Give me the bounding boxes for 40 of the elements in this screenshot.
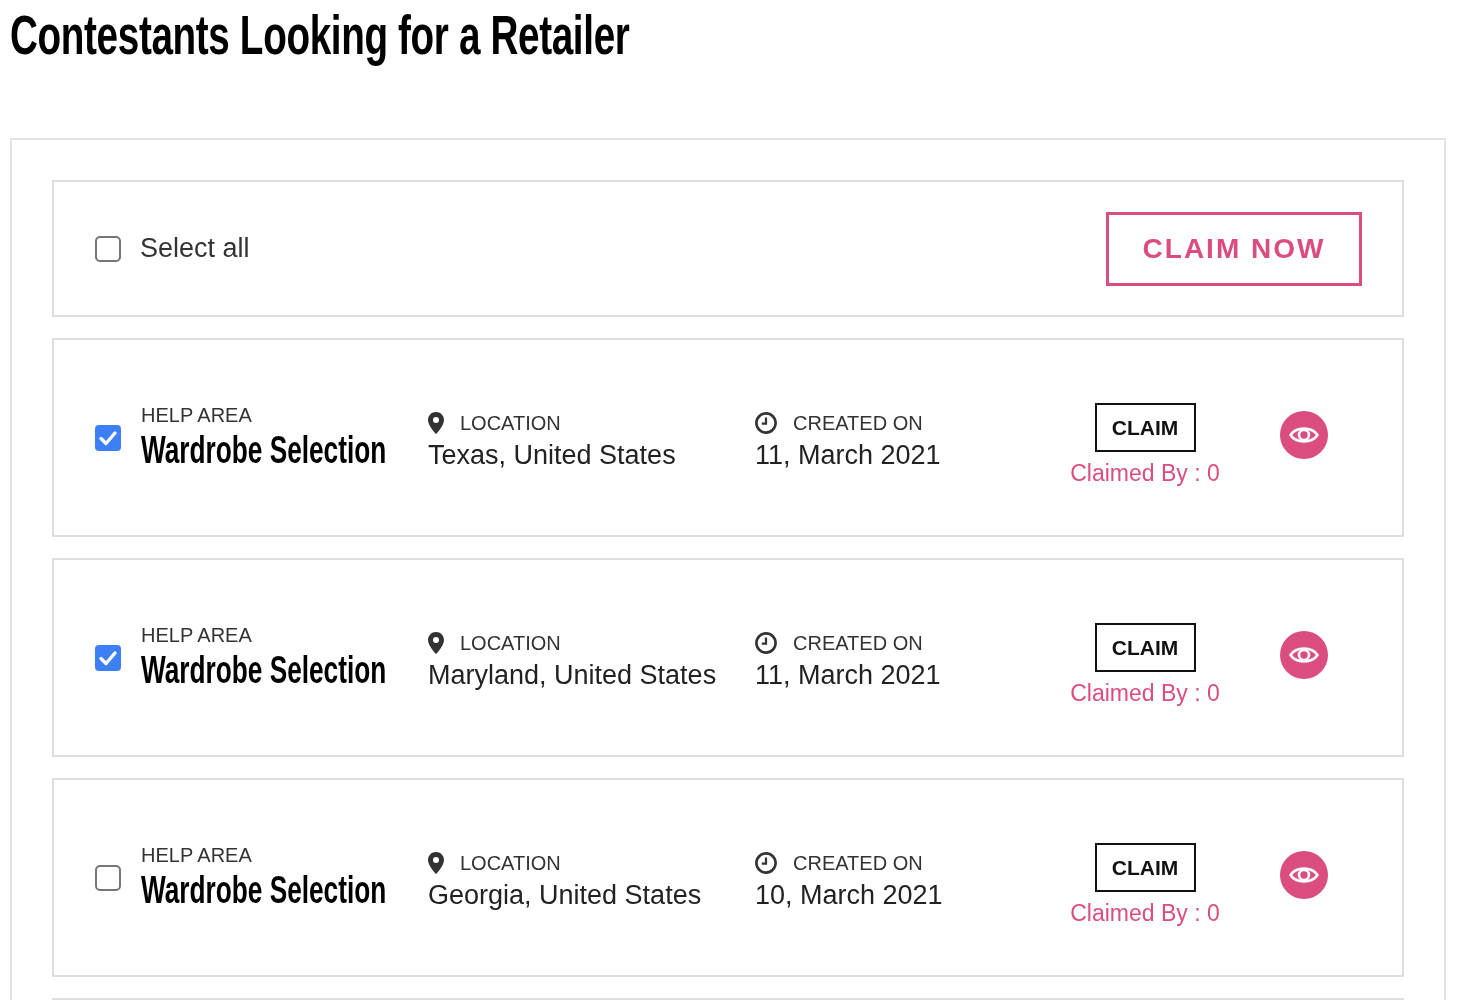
location-label: LOCATION (460, 851, 561, 874)
created-date-text: 11, March 2021 (755, 658, 941, 692)
help-area-title: Wardrobe Selection (141, 651, 387, 691)
location-text: Georgia, United States (428, 878, 702, 912)
claim-button[interactable]: CLAIM (1094, 622, 1196, 672)
claim-button[interactable]: CLAIM (1094, 842, 1196, 892)
help-area-label: HELP AREA (141, 624, 252, 647)
created-on-label: CREATED ON (793, 631, 923, 654)
created-date-text: 11, March 2021 (755, 438, 941, 472)
claimed-by-text: Claimed By : 0 (1070, 680, 1220, 707)
location-pin-icon (428, 411, 444, 434)
eye-icon[interactable] (1280, 630, 1328, 679)
location-pin-icon (428, 851, 444, 874)
checkbox[interactable] (95, 864, 121, 891)
claim-button[interactable]: CLAIM (1094, 402, 1196, 452)
location-text: Maryland, United States (428, 658, 717, 692)
help-area-label: HELP AREA (141, 844, 252, 867)
claimed-by-text: Claimed By : 0 (1070, 900, 1220, 927)
clock-icon (755, 631, 777, 654)
help-area-label: HELP AREA (141, 404, 252, 427)
location-label: LOCATION (460, 411, 561, 434)
help-area-title: Wardrobe Selection (141, 871, 387, 911)
created-on-label: CREATED ON (793, 411, 923, 434)
claim-now-button[interactable]: CLAIM NOW (1106, 211, 1362, 286)
help-area-title: Wardrobe Selection (141, 431, 387, 471)
checkbox[interactable] (95, 424, 121, 451)
created-date-text: 10, March 2021 (755, 878, 943, 912)
clock-icon (755, 851, 777, 874)
select-all-label: Select all (140, 232, 250, 266)
checkbox[interactable] (95, 235, 121, 262)
claimed-by-text: Claimed By : 0 (1070, 460, 1220, 487)
eye-icon[interactable] (1280, 850, 1328, 899)
page-title: Contestants Looking for a Retailer (10, 6, 630, 65)
eye-icon[interactable] (1280, 410, 1328, 459)
location-label: LOCATION (460, 631, 561, 654)
location-text: Texas, United States (428, 438, 676, 472)
clock-icon (755, 411, 777, 434)
checkbox[interactable] (95, 644, 121, 671)
created-on-label: CREATED ON (793, 851, 923, 874)
location-pin-icon (428, 631, 444, 654)
